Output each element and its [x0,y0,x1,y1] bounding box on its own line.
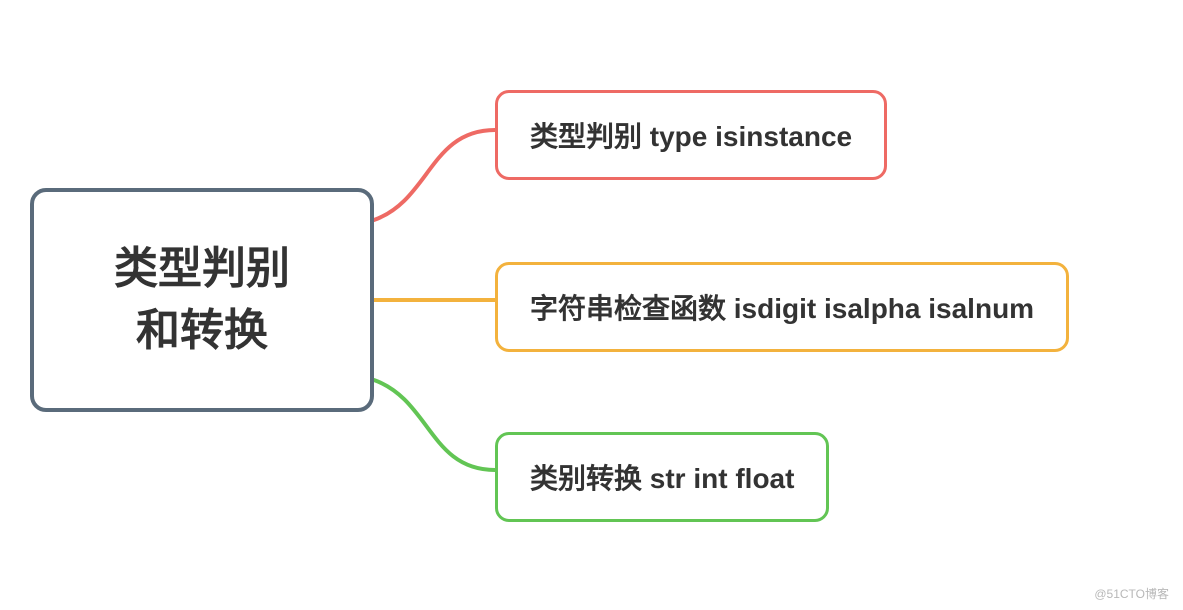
watermark-text: @51CTO博客 [1094,585,1169,602]
root-line2: 和转换 [136,300,268,362]
child-label: 类型判别 type isinstance [530,121,852,152]
child-label: 字符串检查函数 isdigit isalpha isalnum [530,293,1034,324]
child-node-type-conversion: 类别转换 str int float [495,432,829,522]
child-node-type-isinstance: 类型判别 type isinstance [495,90,887,180]
child-label: 类别转换 str int float [530,463,794,494]
root-line1: 类型判别 [114,238,290,300]
root-node: 类型判别 和转换 [30,188,374,412]
child-node-string-check: 字符串检查函数 isdigit isalpha isalnum [495,262,1069,352]
